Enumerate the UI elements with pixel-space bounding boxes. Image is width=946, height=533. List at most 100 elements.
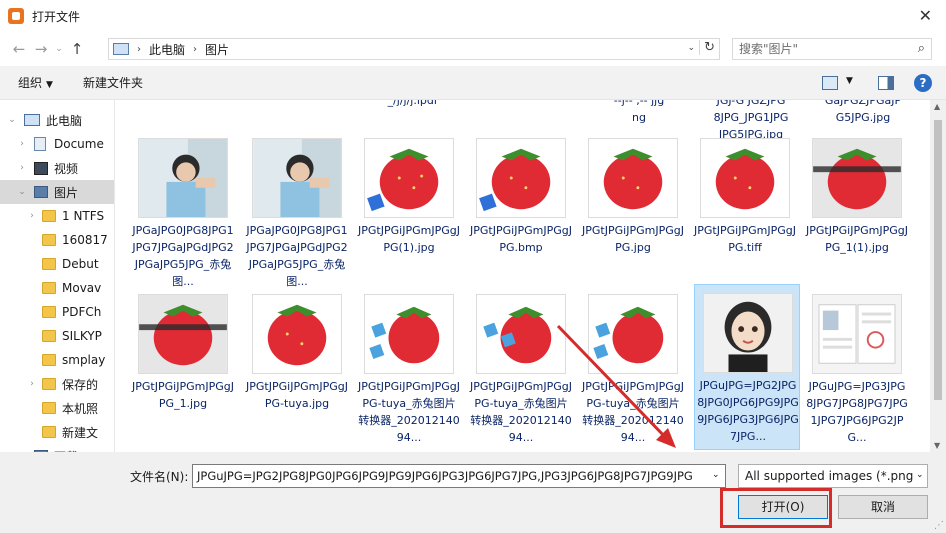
chevron-right-icon[interactable]: › bbox=[26, 211, 38, 221]
new-folder-button[interactable]: 新建文件夹 bbox=[83, 74, 143, 91]
caret-down-icon: ▼ bbox=[46, 80, 53, 90]
sidebar-item-this-pc[interactable]: ⌄ 此电脑 bbox=[0, 108, 114, 132]
sidebar-item-folder[interactable]: Debut bbox=[0, 252, 114, 276]
thumbnail-strawberry bbox=[812, 138, 902, 218]
file-tile[interactable]: JPGaJPG0JPG8JPG1JPG7JPGaJPGdJPG2JPGaJPG5… bbox=[130, 130, 236, 288]
preview-pane-icon[interactable] bbox=[878, 76, 894, 90]
chevron-right-icon[interactable]: › bbox=[26, 379, 38, 389]
folder-icon bbox=[42, 306, 56, 318]
cancel-button[interactable]: 取消 bbox=[838, 495, 928, 519]
thumbnail-boy bbox=[252, 138, 342, 218]
thumbnail-strawberry bbox=[476, 138, 566, 218]
thumbnail-strawberry bbox=[588, 138, 678, 218]
file-caption-partial[interactable]: --j-- ,-- jjg ng bbox=[586, 100, 692, 126]
command-bar: 组织 ▼ 新建文件夹 ▼ ? bbox=[0, 66, 946, 100]
thumbnail-strawberry bbox=[138, 294, 228, 374]
search-placeholder: 搜索"图片" bbox=[739, 42, 799, 56]
sidebar-item-folder[interactable]: › 1 NTFS bbox=[0, 204, 114, 228]
address-bar: ← → ⌄ ↑ › 此电脑 › 图片 ⌄ ↻ 搜索"图片" ⌕ bbox=[0, 32, 946, 66]
chevron-down-icon[interactable]: ⌄ bbox=[687, 43, 695, 53]
search-icon[interactable]: ⌕ bbox=[918, 39, 925, 59]
folder-icon bbox=[42, 330, 56, 342]
view-options-icon[interactable] bbox=[822, 76, 838, 90]
organize-menu[interactable]: 组织 ▼ bbox=[18, 74, 53, 91]
folder-icon bbox=[42, 234, 56, 246]
video-icon bbox=[34, 161, 48, 175]
sidebar-item-videos[interactable]: › 视频 bbox=[0, 156, 114, 180]
window-title: 打开文件 bbox=[32, 9, 81, 24]
file-list[interactable]: _/j/j/j.ipdr --j-- ,-- jjg ng JGJ-G JGZJP… bbox=[128, 100, 930, 452]
folder-icon bbox=[42, 282, 56, 294]
vertical-scrollbar[interactable]: ▲ ▼ bbox=[930, 100, 946, 452]
caret-down-icon[interactable]: ▼ bbox=[846, 76, 853, 86]
scrollbar-thumb[interactable] bbox=[934, 120, 942, 400]
file-tile[interactable]: JPGtJPGiJPGmJPGgJPG-tuya_赤兔图片转换器_2020121… bbox=[356, 286, 462, 450]
up-arrow-icon[interactable]: ↑ bbox=[66, 40, 88, 58]
recent-locations-chevron-icon[interactable]: ⌄ bbox=[52, 44, 66, 54]
sidebar-item-pictures[interactable]: ⌄ 图片 bbox=[0, 180, 114, 204]
file-tile-selected[interactable]: JPGuJPG=JPG2JPG8JPG0JPG6JPG9JPG9JPG6JPG3… bbox=[694, 284, 800, 450]
sidebar-item-folder[interactable]: › 保存的 bbox=[0, 372, 114, 396]
resize-grip-icon[interactable]: ⋰ bbox=[934, 520, 944, 531]
folder-icon bbox=[42, 354, 56, 366]
file-tile[interactable]: JPGtJPGiJPGmJPGgJPG_1.jpg bbox=[130, 286, 236, 450]
folder-icon bbox=[42, 258, 56, 270]
folder-icon bbox=[42, 426, 56, 438]
scroll-down-icon[interactable]: ▼ bbox=[934, 441, 940, 450]
sidebar-item-folder[interactable]: smplay bbox=[0, 348, 114, 372]
refresh-icon[interactable]: ↻ bbox=[699, 40, 715, 55]
breadcrumb-this-pc[interactable]: 此电脑 bbox=[149, 41, 185, 58]
file-caption-partial[interactable]: _/j/j/j.ipdr bbox=[360, 100, 466, 109]
file-tile[interactable]: JPGtJPGiJPGmJPGgJPG(1).jpg bbox=[356, 130, 462, 280]
sidebar-item-folder[interactable]: SILKYP bbox=[0, 324, 114, 348]
computer-icon bbox=[24, 114, 40, 126]
app-icon bbox=[8, 8, 24, 24]
sidebar-item-folder[interactable]: Movav bbox=[0, 276, 114, 300]
file-tile[interactable]: JPGtJPGiJPGmJPGgJPG-tuya.jpg bbox=[244, 286, 350, 450]
file-tile[interactable]: JPGtJPGiJPGmJPGgJPG-tuya_赤兔图片转换器_2020121… bbox=[468, 286, 574, 450]
sidebar-item-folder[interactable]: 本机照 bbox=[0, 396, 114, 420]
chevron-right-icon[interactable]: › bbox=[137, 44, 141, 55]
close-icon[interactable]: ✕ bbox=[919, 6, 932, 25]
folder-icon bbox=[42, 402, 56, 414]
file-tile[interactable]: JPGaJPG0JPG8JPG1JPG7JPGaJPGdJPG2JPGaJPG5… bbox=[244, 130, 350, 288]
file-tile[interactable]: JPGtJPGiJPGmJPGgJPG-tuya_赤兔图片转换器_2020121… bbox=[580, 286, 686, 450]
help-icon[interactable]: ? bbox=[914, 74, 932, 92]
folder-icon bbox=[42, 378, 56, 390]
thumbnail-strawberry bbox=[364, 294, 454, 374]
file-tile[interactable]: JPGtJPGiJPGmJPGgJPG.tiff bbox=[692, 130, 798, 280]
chevron-down-icon[interactable]: ⌄ bbox=[712, 470, 720, 480]
file-type-select[interactable]: All supported images (*.png bbox=[738, 464, 928, 488]
chevron-down-icon[interactable]: ⌄ bbox=[916, 470, 924, 480]
chevron-down-icon[interactable]: ⌄ bbox=[16, 187, 28, 197]
folder-icon bbox=[42, 210, 56, 222]
thumbnail-strawberry bbox=[700, 138, 790, 218]
sidebar-item-folder[interactable]: 160817 bbox=[0, 228, 114, 252]
title-bar: 打开文件 ✕ bbox=[0, 0, 946, 32]
chevron-right-icon[interactable]: › bbox=[193, 44, 197, 55]
scroll-up-icon[interactable]: ▲ bbox=[934, 102, 940, 111]
file-tile[interactable]: JPGtJPGiJPGmJPGgJPG.jpg bbox=[580, 130, 686, 280]
file-tile[interactable]: JPGuJPG=JPG3JPG8JPG7JPG8JPG7JPG1JPG7JPG6… bbox=[804, 286, 910, 450]
chevron-down-icon[interactable]: ⌄ bbox=[6, 115, 18, 125]
picture-icon bbox=[34, 186, 48, 198]
sidebar-item-documents[interactable]: › Docume bbox=[0, 132, 114, 156]
path-box[interactable]: › 此电脑 › 图片 ⌄ ↻ bbox=[108, 38, 720, 60]
open-button[interactable]: 打开(O) bbox=[738, 495, 828, 519]
file-caption-partial[interactable]: GaJPGZJPGaJP G5JPG.jpg bbox=[810, 100, 916, 126]
forward-arrow-icon[interactable]: → bbox=[30, 40, 52, 58]
sidebar-item-folder[interactable]: 新建文 bbox=[0, 420, 114, 444]
chevron-right-icon[interactable]: › bbox=[16, 139, 28, 149]
thumbnail-boy bbox=[138, 138, 228, 218]
sidebar-item-downloads[interactable]: ›下载 bbox=[0, 444, 114, 452]
search-input[interactable]: 搜索"图片" ⌕ bbox=[732, 38, 932, 60]
file-tile[interactable]: JPGtJPGiJPGmJPGgJPG_1(1).jpg bbox=[804, 130, 910, 280]
sidebar-item-folder[interactable]: PDFCh bbox=[0, 300, 114, 324]
thumbnail-strawberry bbox=[588, 294, 678, 374]
filename-field[interactable]: JPGuJPG=JPG2JPG8JPG0JPG6JPG9JPG9JPG6JPG3… bbox=[192, 464, 726, 488]
chevron-right-icon[interactable]: › bbox=[16, 163, 28, 173]
thumbnail-strawberry bbox=[252, 294, 342, 374]
file-tile[interactable]: JPGtJPGiJPGmJPGgJPG.bmp bbox=[468, 130, 574, 280]
back-arrow-icon[interactable]: ← bbox=[8, 40, 30, 58]
breadcrumb-pictures[interactable]: 图片 bbox=[205, 41, 229, 58]
